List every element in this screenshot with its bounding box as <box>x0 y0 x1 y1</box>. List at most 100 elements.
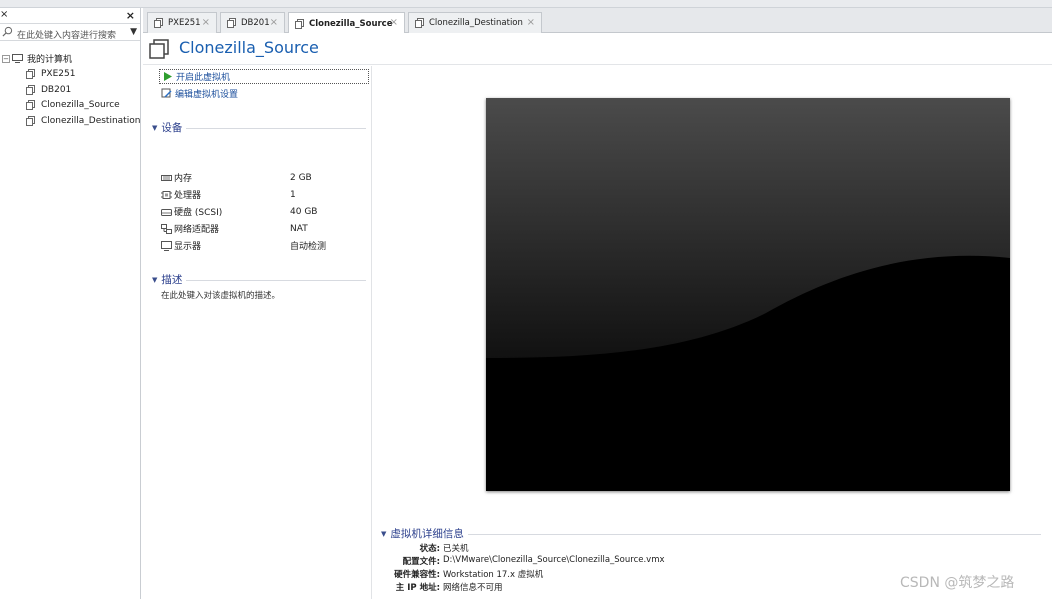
detail-key: 配置文件: <box>402 557 440 567</box>
library-sidebar: × × 在此处键入内容进行搜索 ▼ − 我的计算机 PXE251 DB201 C… <box>0 8 141 599</box>
vm-info-pane: 开启此虚拟机 编辑虚拟机设置 ▼ 设备 内存 2 GB 处理器 1 硬盘 (SC <box>143 66 372 599</box>
detail-key: 硬件兼容性: <box>394 570 440 580</box>
collapse-triangle-icon[interactable]: ▼ <box>381 530 386 538</box>
tab-label: Clonezilla_Source <box>309 18 393 29</box>
description-field[interactable]: 在此处键入对该虚拟机的描述。 <box>161 289 280 301</box>
device-row-network[interactable]: 网络适配器 NAT <box>161 221 361 236</box>
tree-item-pxe251[interactable]: PXE251 <box>0 67 140 83</box>
device-name: 内存 <box>174 174 193 184</box>
device-value: NAT <box>290 223 308 234</box>
title-row: Clonezilla_Source <box>143 33 1052 65</box>
close-tab-icon[interactable]: × <box>270 17 278 28</box>
power-on-label: 开启此虚拟机 <box>176 73 231 83</box>
device-row-memory[interactable]: 内存 2 GB <box>161 170 361 185</box>
close-tab-icon[interactable]: × <box>390 17 398 28</box>
close-tab-icon[interactable]: × <box>202 17 210 28</box>
detail-key: 状态: <box>419 544 440 554</box>
search-dropdown-icon[interactable]: ▼ <box>130 27 137 37</box>
divider <box>467 534 1041 535</box>
vm-icon <box>26 115 35 126</box>
vm-screen-thumbnail[interactable] <box>486 98 1010 491</box>
description-heading: 描述 <box>161 274 183 286</box>
device-value: 1 <box>290 189 296 200</box>
device-name: 网络适配器 <box>174 225 220 235</box>
detail-row-config-file: 配置文件: D:\VMware\Clonezilla_Source\Clonez… <box>373 555 1052 568</box>
detail-value: Workstation 17.x 虚拟机 <box>443 570 544 580</box>
detail-value: 已关机 <box>443 544 469 554</box>
edit-settings-button[interactable]: 编辑虚拟机设置 <box>159 86 238 101</box>
device-name: 处理器 <box>174 191 202 201</box>
vm-preview-pane: ▼ 虚拟机详细信息 状态: 已关机 配置文件: D:\VMware\Clonez… <box>373 66 1052 599</box>
tab-clonezilla-destination[interactable]: Clonezilla_Destination × <box>408 12 542 33</box>
power-on-button[interactable]: 开启此虚拟机 <box>159 69 369 84</box>
description-section-header[interactable]: ▼ 描述 <box>152 272 366 287</box>
tab-label: PXE251 <box>168 18 201 28</box>
network-icon <box>161 223 172 234</box>
details-section-header[interactable]: ▼ 虚拟机详细信息 <box>381 526 1041 541</box>
vm-summary: Clonezilla_Source 开启此虚拟机 编辑虚拟机设置 ▼ 设备 内存… <box>143 33 1052 599</box>
device-name: 显示器 <box>174 242 202 252</box>
tree-root[interactable]: − 我的计算机 <box>0 51 140 67</box>
powered-off-screen-graphic <box>486 98 1010 491</box>
vm-icon <box>295 18 304 29</box>
divider <box>186 280 366 281</box>
top-strip <box>0 0 1052 8</box>
search-input[interactable]: 在此处键入内容进行搜索 <box>17 28 116 41</box>
vm-tree: − 我的计算机 PXE251 DB201 Clonezilla_Source C… <box>0 51 140 129</box>
page-title: Clonezilla_Source <box>179 38 319 57</box>
disk-icon <box>161 208 172 216</box>
device-value: 2 GB <box>290 172 312 183</box>
tab-db201[interactable]: DB201 × <box>220 12 285 33</box>
watermark: CSDN @筑梦之路 <box>900 575 1015 591</box>
tree-item-label: Clonezilla_Source <box>41 100 120 111</box>
play-icon <box>164 72 172 81</box>
search-icon <box>2 26 13 37</box>
vm-icon <box>415 18 424 28</box>
computer-icon <box>12 54 23 64</box>
tree-item-clonezilla-destination[interactable]: Clonezilla_Destination <box>0 113 140 129</box>
detail-value: 网络信息不可用 <box>443 583 503 593</box>
vm-large-icon <box>149 39 169 59</box>
details-heading: 虚拟机详细信息 <box>390 528 464 540</box>
detail-value: D:\VMware\Clonezilla_Source\Clonezilla_S… <box>443 555 665 565</box>
collapse-triangle-icon[interactable]: ▼ <box>152 124 157 132</box>
devices-heading: 设备 <box>161 122 183 134</box>
device-value: 自动检测 <box>290 242 327 252</box>
tree-item-label: DB201 <box>41 84 72 95</box>
collapse-triangle-icon[interactable]: ▼ <box>152 276 157 284</box>
tree-item-clonezilla-source[interactable]: Clonezilla_Source <box>0 98 140 114</box>
library-header: × × <box>0 8 140 23</box>
edit-settings-label: 编辑虚拟机设置 <box>175 90 239 100</box>
pin-icon[interactable]: × <box>0 9 8 20</box>
edit-settings-icon <box>161 88 172 98</box>
close-tab-icon[interactable]: × <box>527 17 535 28</box>
memory-icon <box>161 174 172 181</box>
vm-icon <box>26 69 35 80</box>
detail-row-state: 状态: 已关机 <box>373 542 1052 555</box>
device-row-display[interactable]: 显示器 自动检测 <box>161 238 361 253</box>
cpu-icon <box>161 190 172 199</box>
tab-clonezilla-source[interactable]: Clonezilla_Source × <box>288 12 405 34</box>
tree-item-label: Clonezilla_Destination <box>41 115 141 126</box>
detail-key: 主 IP 地址: <box>395 583 440 593</box>
tree-item-label: PXE251 <box>41 69 76 80</box>
vm-icon <box>26 84 35 95</box>
vm-icon <box>227 18 236 28</box>
tab-bar: PXE251 × DB201 × Clonezilla_Source × Clo… <box>143 8 1052 34</box>
tab-label: DB201 <box>241 18 270 28</box>
tree-root-label: 我的计算机 <box>27 55 73 66</box>
tab-pxe251[interactable]: PXE251 × <box>147 12 217 33</box>
vm-icon <box>26 100 35 111</box>
tab-label: Clonezilla_Destination <box>429 18 523 28</box>
close-library-icon[interactable]: × <box>126 9 135 22</box>
device-row-hard-disk[interactable]: 硬盘 (SCSI) 40 GB <box>161 204 361 219</box>
device-value: 40 GB <box>290 206 318 217</box>
devices-section-header[interactable]: ▼ 设备 <box>152 120 366 135</box>
collapse-icon[interactable]: − <box>2 54 10 63</box>
device-name: 硬盘 (SCSI) <box>174 208 223 218</box>
display-icon <box>161 240 172 251</box>
library-search[interactable]: 在此处键入内容进行搜索 ▼ <box>0 23 140 41</box>
divider <box>186 128 366 129</box>
device-row-processor[interactable]: 处理器 1 <box>161 187 361 202</box>
tree-item-db201[interactable]: DB201 <box>0 82 140 98</box>
